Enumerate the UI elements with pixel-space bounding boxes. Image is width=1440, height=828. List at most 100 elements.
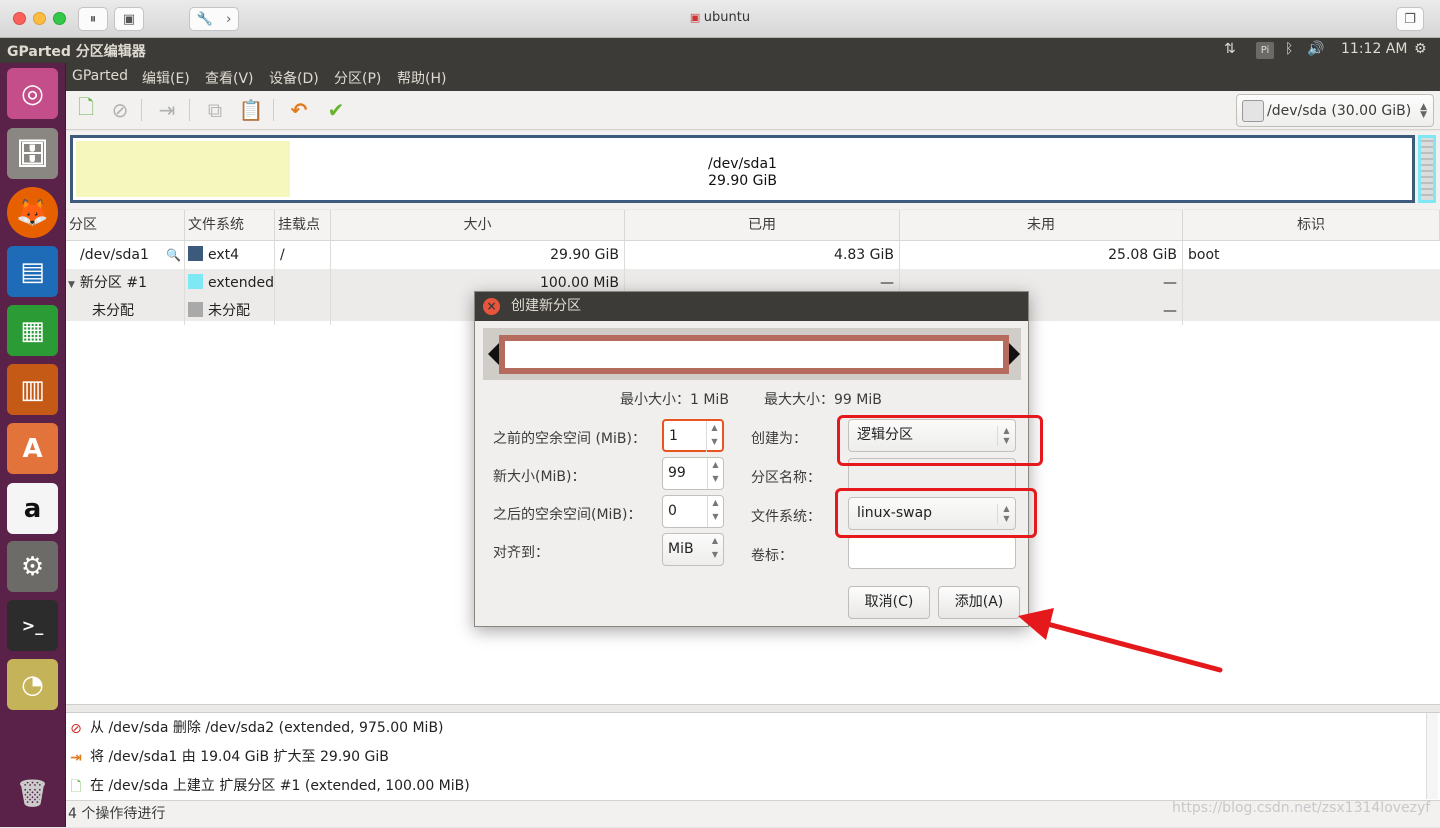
system-settings-icon[interactable]: ⚙: [7, 541, 58, 592]
gparted-icon[interactable]: ◔: [7, 659, 58, 710]
clock[interactable]: 11:12 AM: [1341, 41, 1407, 57]
watermark: https://blog.csdn.net/zsx1314lovezyf: [1172, 800, 1431, 816]
partition-name: 未分配: [92, 303, 134, 319]
spinner-arrows-icon[interactable]: ▲ ▼: [707, 496, 723, 527]
column-header-size[interactable]: 大小: [331, 210, 625, 241]
menu-partition[interactable]: 分区(P): [334, 68, 381, 88]
volume-label-label: 卷标：: [751, 548, 793, 564]
new-size-spinner[interactable]: 99 ▲ ▼: [662, 457, 724, 490]
amazon-icon[interactable]: a: [7, 483, 58, 534]
apply-button[interactable]: ✔: [322, 96, 350, 124]
fullscreen-button[interactable]: ❐: [1396, 7, 1424, 31]
operation-item[interactable]: ⇥ 将 /dev/sda1 由 19.04 GiB 扩大至 29.90 GiB: [66, 743, 389, 772]
new-size-value: 99: [668, 465, 686, 481]
files-icon[interactable]: 🗄: [7, 128, 58, 179]
menu-gparted[interactable]: GParted: [72, 68, 128, 84]
menu-view[interactable]: 查看(V): [205, 68, 254, 88]
align-select[interactable]: MiB ▲ ▼: [662, 533, 724, 566]
copy-button[interactable]: ⧉: [201, 96, 229, 124]
free-after-spinner[interactable]: 0 ▲ ▼: [662, 495, 724, 528]
resizer-partition-block[interactable]: [499, 335, 1009, 374]
terminal-icon[interactable]: >_: [7, 600, 58, 651]
partition-bar-name: /dev/sda1: [708, 156, 777, 172]
key-icon: 🔍: [166, 248, 181, 262]
firefox-icon[interactable]: 🦊: [7, 187, 58, 238]
fullscreen-icon: ❐: [1404, 11, 1416, 27]
volume-label-field[interactable]: [848, 536, 1016, 569]
cancel-button[interactable]: 取消(C): [848, 586, 930, 619]
mountpoint: [275, 269, 331, 297]
volume-icon[interactable]: 🔊: [1307, 41, 1324, 57]
undo-button[interactable]: ↶: [285, 96, 313, 124]
table-row[interactable]: /dev/sda1 🔍 ext4 / 29.90 GiB 4.83 GiB 25.…: [66, 241, 1440, 269]
pane-splitter[interactable]: [66, 704, 1440, 712]
new-icon: 🗋: [70, 779, 82, 795]
partition-flags: [1183, 297, 1440, 325]
spinner-arrows-icon[interactable]: ▲ ▼: [707, 458, 723, 489]
toolbar: 🗋 ⊘ ⇥ ⧉ 📋 ↶ ✔ /dev/sda (30.00 GiB) ▲ ▼: [66, 91, 1440, 130]
network-icon[interactable]: ⇅: [1224, 41, 1236, 57]
free-after-label: 之后的空余空间(MiB)：: [493, 507, 642, 523]
free-before-label: 之前的空余空间 (MiB)：: [493, 431, 646, 447]
column-header-filesystem[interactable]: 文件系统: [185, 210, 275, 241]
create-as-label: 创建为：: [751, 431, 807, 447]
input-method-indicator[interactable]: Pi: [1256, 42, 1274, 59]
filesystem-color-swatch: [188, 274, 203, 289]
operation-item[interactable]: 🗋 在 /dev/sda 上建立 扩展分区 #1 (extended, 100.…: [66, 772, 469, 801]
partition-bar-sda1[interactable]: /dev/sda1 29.90 GiB: [70, 135, 1415, 203]
partition-used: 4.83 GiB: [625, 241, 900, 269]
new-partition-button[interactable]: 🗋: [72, 95, 100, 124]
menu-edit[interactable]: 编辑(E): [142, 68, 190, 88]
operation-text: 从 /dev/sda 删除 /dev/sda2 (extended, 975.0…: [90, 720, 444, 736]
paste-button[interactable]: 📋: [237, 96, 265, 124]
resize-move-button[interactable]: ⇥: [153, 96, 181, 124]
column-header-used[interactable]: 已用: [625, 210, 900, 241]
bluetooth-icon[interactable]: ᛒ: [1285, 41, 1293, 57]
checkmark-icon: ✔: [327, 98, 345, 122]
operations-scrollbar[interactable]: [1426, 713, 1438, 799]
add-button[interactable]: 添加(A): [938, 586, 1020, 619]
column-header-mountpoint[interactable]: 挂载点: [275, 210, 331, 241]
software-center-icon[interactable]: A: [7, 423, 58, 474]
device-selector[interactable]: /dev/sda (30.00 GiB) ▲ ▼: [1236, 94, 1434, 127]
filesystem-color-swatch: [188, 302, 203, 317]
min-size-label: 最小大小：1 MiB: [620, 392, 729, 408]
partition-bar-extended[interactable]: [1418, 135, 1436, 203]
menu-device[interactable]: 设备(D): [269, 68, 319, 88]
filesystem-name: ext4: [208, 247, 240, 263]
delete-icon: ⊘: [70, 721, 82, 737]
column-header-partition[interactable]: 分区: [66, 210, 185, 241]
delete-partition-button[interactable]: ⊘: [106, 96, 134, 124]
free-before-spinner[interactable]: 1 ▲ ▼: [662, 419, 724, 452]
new-size-label: 新大小(MiB)：: [493, 469, 586, 485]
free-before-value: 1: [669, 428, 678, 444]
resize-left-handle[interactable]: [488, 343, 499, 365]
resize-right-handle[interactable]: [1009, 343, 1020, 365]
ubuntu-top-panel: GParted 分区编辑器 ⇅ Pi ᛒ 🔊 11:12 AM ⚙: [0, 38, 1440, 63]
trash-icon[interactable]: 🗑: [7, 768, 58, 819]
column-header-flags[interactable]: 标识: [1183, 210, 1440, 241]
operation-item[interactable]: ⊘ 从 /dev/sda 删除 /dev/sda2 (extended, 975…: [66, 714, 444, 743]
writer-icon[interactable]: ▤: [7, 246, 58, 297]
close-icon[interactable]: ×: [483, 298, 500, 315]
column-header-unused[interactable]: 未用: [900, 210, 1183, 241]
menubar: GParted 编辑(E) 查看(V) 设备(D) 分区(P) 帮助(H): [66, 63, 1440, 91]
expander-arrow-icon[interactable]: ▼: [68, 280, 75, 290]
resize-icon: ⇥: [158, 98, 176, 122]
spinner-arrows-icon[interactable]: ▲ ▼: [706, 421, 722, 452]
dialog-title-bar: × 创建新分区: [475, 292, 1028, 321]
partition-size: 29.90 GiB: [331, 241, 625, 269]
mountpoint: /: [275, 241, 331, 269]
menu-help[interactable]: 帮助(H): [397, 68, 446, 88]
partition-resizer[interactable]: [483, 328, 1021, 380]
filesystem-label: 文件系统：: [751, 509, 821, 525]
gear-icon[interactable]: ⚙: [1414, 41, 1427, 57]
impress-icon[interactable]: ▥: [7, 364, 58, 415]
delete-icon: ⊘: [111, 98, 129, 122]
filesystem-color-swatch: [188, 246, 203, 261]
calc-icon[interactable]: ▦: [7, 305, 58, 356]
filesystem-name: 未分配: [208, 303, 250, 319]
ubuntu-dash-icon[interactable]: ◎: [7, 68, 58, 119]
active-app-title: GParted 分区编辑器: [7, 44, 146, 60]
partition-name: 新分区 #1: [79, 275, 148, 291]
